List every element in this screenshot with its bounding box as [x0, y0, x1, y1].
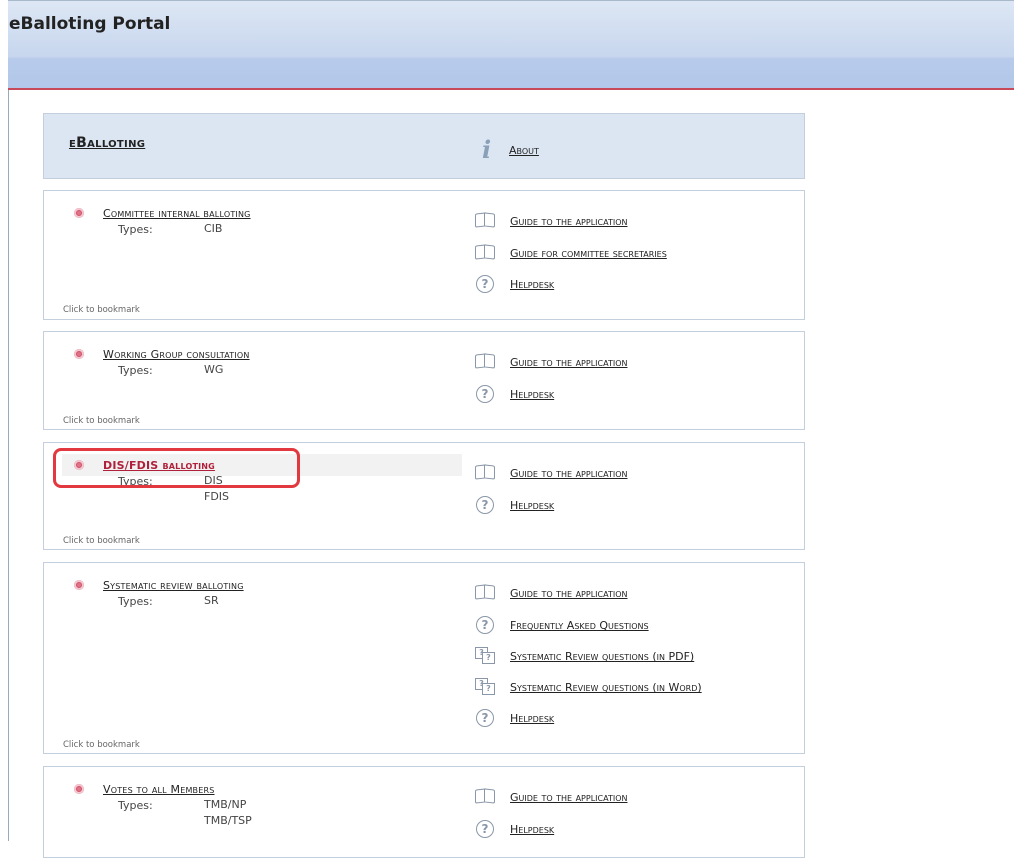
types-values: SR	[204, 593, 219, 609]
service-link-votes[interactable]: Votes to all Members	[103, 783, 215, 796]
bullet-icon	[74, 580, 84, 590]
book-icon	[474, 789, 496, 805]
bookmark-link[interactable]: Click to bookmark	[63, 536, 140, 546]
bullet-icon	[74, 349, 84, 359]
type-value: SR	[204, 594, 219, 607]
service-panel-cib: Committee internal balloting Types: CIB …	[43, 190, 805, 320]
link-label[interactable]: Systematic Review questions (in PDF)	[510, 650, 694, 663]
book-icon	[474, 213, 496, 229]
help-icon: ?	[476, 496, 494, 514]
link-label[interactable]: Guide for committee secretaries	[510, 247, 667, 260]
bullet-icon	[74, 784, 84, 794]
book-icon	[474, 354, 496, 370]
focus-highlight	[53, 448, 300, 488]
type-value: WG	[204, 363, 224, 376]
page-title: eBalloting Portal	[9, 14, 171, 34]
bullet-icon	[74, 208, 84, 218]
link-label[interactable]: Helpdesk	[510, 823, 554, 836]
help-icon: ?	[476, 709, 494, 727]
header-divider	[8, 88, 1014, 90]
faq-icon	[475, 677, 495, 695]
eballoting-title[interactable]: eBalloting	[69, 135, 145, 151]
portal-header: eBalloting Portal	[8, 0, 1014, 89]
service-panel-votes: Votes to all Members Types: TMB/NP TMB/T…	[43, 766, 805, 858]
types-values: WG	[204, 362, 223, 378]
book-icon	[474, 245, 496, 261]
help-icon: ?	[476, 616, 494, 634]
link-label[interactable]: Guide to the application	[510, 215, 628, 228]
link-label[interactable]: Guide to the application	[510, 467, 628, 480]
types-label: Types:	[118, 364, 153, 377]
types-values: TMB/NP TMB/TSP	[204, 797, 252, 829]
link-label[interactable]: Guide to the application	[510, 587, 628, 600]
service-link-sr[interactable]: Systematic review balloting	[103, 579, 244, 592]
about-link[interactable]: About	[509, 144, 539, 157]
types-label: Types:	[118, 595, 153, 608]
info-icon: i	[482, 135, 492, 164]
service-panel-sr: Systematic review balloting Types: SR Gu…	[43, 562, 805, 754]
link-label[interactable]: Helpdesk	[510, 499, 554, 512]
link-label[interactable]: Guide to the application	[510, 356, 628, 369]
types-label: Types:	[118, 799, 153, 812]
faq-icon	[475, 646, 495, 664]
service-panel-wg: Working Group consultation Types: WG Gui…	[43, 331, 805, 430]
book-icon	[474, 585, 496, 601]
link-label[interactable]: Helpdesk	[510, 388, 554, 401]
eballoting-header-panel: eBalloting i About	[43, 113, 805, 179]
help-icon: ?	[476, 820, 494, 838]
type-value: FDIS	[204, 490, 230, 503]
window-left-border	[8, 0, 9, 841]
service-link-cib[interactable]: Committee internal balloting	[103, 207, 251, 220]
help-icon: ?	[476, 275, 494, 293]
types-values: CIB	[204, 221, 222, 237]
link-label[interactable]: Helpdesk	[510, 278, 554, 291]
link-label[interactable]: Helpdesk	[510, 712, 554, 725]
service-link-wg[interactable]: Working Group consultation	[103, 348, 250, 361]
type-value: TMB/NP	[204, 798, 247, 811]
bookmark-link[interactable]: Click to bookmark	[63, 305, 140, 315]
link-label[interactable]: Frequently Asked Questions	[510, 619, 649, 632]
help-icon: ?	[476, 385, 494, 403]
type-value: TMB/TSP	[204, 814, 252, 827]
link-label[interactable]: Systematic Review questions (in Word)	[510, 681, 702, 694]
type-value: CIB	[204, 222, 223, 235]
types-label: Types:	[118, 223, 153, 236]
bookmark-link[interactable]: Click to bookmark	[63, 416, 140, 426]
book-icon	[474, 465, 496, 481]
link-label[interactable]: Guide to the application	[510, 791, 628, 804]
bookmark-link[interactable]: Click to bookmark	[63, 740, 140, 750]
